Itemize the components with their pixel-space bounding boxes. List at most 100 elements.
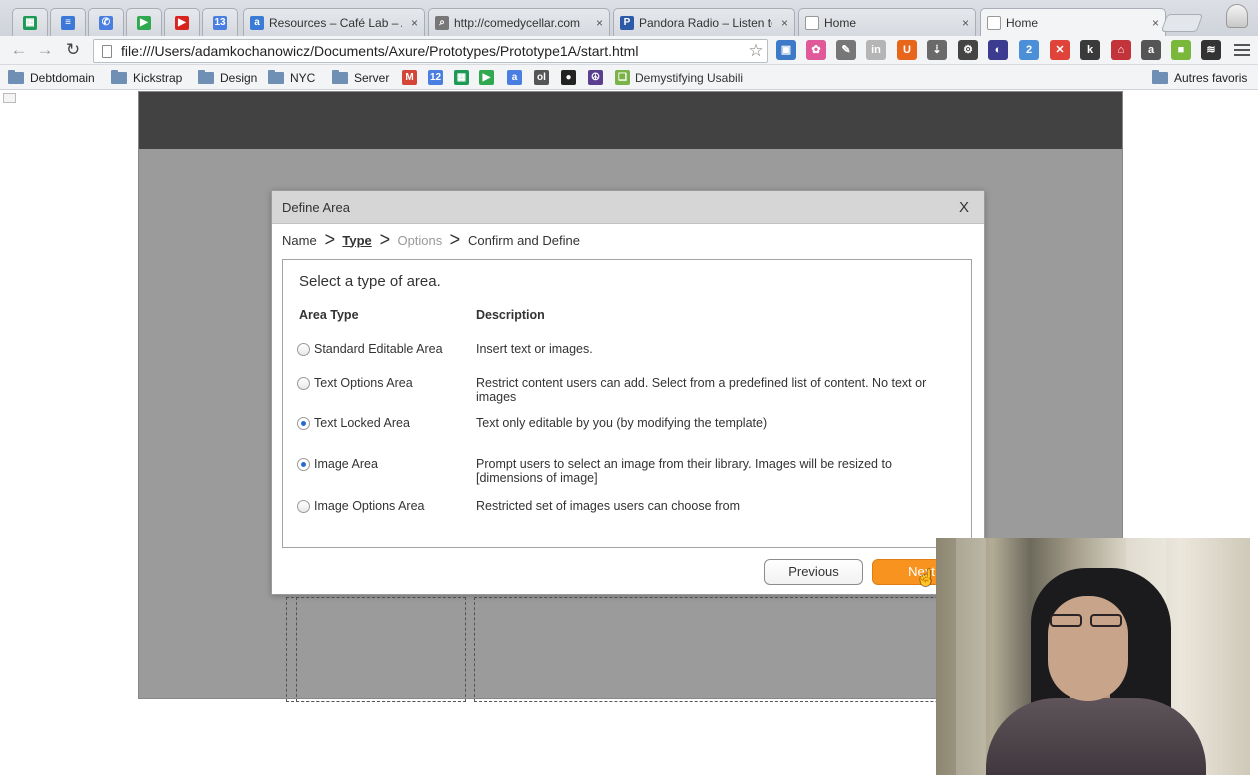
radio-button[interactable] — [297, 342, 310, 356]
step-name[interactable]: Name — [282, 233, 317, 248]
bookmark-folder[interactable]: Server — [332, 69, 389, 86]
back-icon[interactable]: ← — [8, 40, 30, 60]
area-type-option[interactable]: Standard Editable Area — [297, 342, 443, 356]
u-icon[interactable]: U — [897, 40, 917, 60]
pinned-tab[interactable]: ✆ — [88, 8, 124, 36]
chevron-right-icon: > — [379, 229, 390, 251]
calendar-icon[interactable]: 12 — [428, 70, 443, 85]
browser-toolbar: ← → ↻ file:///Users/adamkochanowicz/Docu… — [0, 36, 1258, 65]
tab-close-icon[interactable]: × — [776, 16, 788, 30]
sheets-icon[interactable]: ▦ — [454, 70, 469, 85]
github-icon[interactable]: ● — [561, 70, 576, 85]
ol-icon[interactable]: ol — [534, 70, 549, 85]
chevron-right-icon: > — [449, 229, 461, 251]
bookmark-folder[interactable]: Kickstrap — [111, 69, 182, 86]
step-confirm[interactable]: Confirm and Define — [468, 233, 580, 248]
reload-icon[interactable]: ↻ — [62, 40, 84, 60]
eyedropper-icon[interactable]: ✎ — [836, 40, 856, 60]
bookmark-label: Debtdomain — [30, 70, 95, 85]
sheets-icon: ▦ — [23, 15, 37, 30]
youtube-icon: ▶ — [175, 15, 189, 30]
amazon-ext-icon[interactable]: a — [1141, 40, 1161, 60]
pinned-tab[interactable]: ≡ — [50, 8, 86, 36]
area-type-option[interactable]: Text Locked Area — [297, 416, 410, 430]
linkedin-icon[interactable]: in — [866, 40, 886, 60]
profile-icon[interactable] — [1226, 4, 1248, 28]
radio-button[interactable] — [297, 376, 310, 390]
page-icon — [805, 15, 819, 30]
adblock-icon[interactable]: ⌂ — [1111, 40, 1131, 60]
colorzilla-icon[interactable]: ■ — [1171, 40, 1191, 60]
x-icon[interactable]: ✕ — [1050, 40, 1070, 60]
pinned-tab[interactable]: 13 — [202, 8, 238, 36]
tab-close-icon[interactable]: × — [406, 16, 418, 30]
tab-strip: ▦ ≡ ✆ ▶ ▶ 13 a Resources – Café Lab – A × ⌕ http:… — [0, 0, 1258, 37]
area-type-option[interactable]: Image Options Area — [297, 499, 424, 513]
screen-capture-icon[interactable]: ▣ — [776, 40, 796, 60]
area-type-label: Text Locked Area — [314, 416, 410, 430]
other-bookmarks[interactable]: Autres favoris — [1152, 69, 1247, 86]
placeholder-area — [296, 597, 466, 702]
tab-title: http://comedycellar.com — [454, 15, 581, 30]
new-tab-button[interactable] — [1160, 14, 1204, 32]
pandora-icon: P — [620, 15, 634, 30]
tabs-icon[interactable]: 2 — [1019, 40, 1039, 60]
pinned-tab[interactable]: ▶ — [164, 8, 200, 36]
palette-icon[interactable]: ◐ — [988, 40, 1008, 60]
radio-button[interactable] — [297, 457, 310, 471]
color-wheel-icon[interactable]: ✿ — [806, 40, 826, 60]
browser-tab[interactable]: ⌕ http://comedycellar.com × — [428, 8, 610, 36]
menu-icon[interactable] — [1234, 42, 1250, 58]
tab-title: Resources – Café Lab – A — [269, 15, 402, 30]
step-type[interactable]: Type — [342, 233, 371, 248]
bookmark-label: NYC — [290, 70, 316, 85]
tab-close-icon[interactable]: × — [957, 16, 969, 30]
dialog-title: Define Area — [282, 199, 350, 215]
gear-icon[interactable]: ⚙ — [958, 40, 978, 60]
folder-icon — [198, 69, 214, 84]
download-icon[interactable]: ⇣ — [927, 40, 947, 60]
forward-icon[interactable]: → — [34, 40, 56, 60]
area-type-description: Insert text or images. — [476, 342, 593, 356]
folder-icon — [8, 69, 24, 84]
chevron-right-icon: > — [324, 229, 335, 251]
dialog-header: Define Area X — [272, 191, 984, 224]
area-type-option[interactable]: Text Options Area — [297, 376, 413, 390]
previous-button[interactable]: Previous — [764, 559, 863, 585]
radio-button[interactable] — [297, 416, 310, 430]
panel-heading: Select a type of area. — [299, 273, 441, 290]
folder-icon — [268, 69, 284, 84]
bookmark-folder[interactable]: Debtdomain — [8, 69, 95, 86]
k-icon[interactable]: k — [1080, 40, 1100, 60]
peace-icon[interactable]: ☮ — [588, 70, 603, 85]
browser-tab[interactable]: Home × — [798, 8, 976, 36]
url-text[interactable]: file:///Users/adamkochanowicz/Documents/… — [121, 43, 745, 59]
person-shirt — [986, 698, 1206, 775]
tab-close-icon[interactable]: × — [1147, 16, 1159, 30]
area-type-option[interactable]: Image Area — [297, 457, 378, 471]
radio-button[interactable] — [297, 499, 310, 513]
amazon-icon: a — [250, 15, 264, 30]
tab-title: Pandora Radio – Listen to — [639, 15, 772, 30]
bookmark-star-icon[interactable]: ☆ — [745, 41, 767, 61]
play-store-icon[interactable]: ▶ — [479, 70, 494, 85]
bookmark-folder[interactable]: Design — [198, 69, 257, 86]
address-bar[interactable]: file:///Users/adamkochanowicz/Documents/… — [93, 39, 768, 63]
browser-tab[interactable]: a Resources – Café Lab – A × — [243, 8, 425, 36]
pinned-tab[interactable]: ▶ — [126, 8, 162, 36]
column-header-area-type: Area Type — [299, 308, 359, 322]
buffer-icon[interactable]: ≋ — [1201, 40, 1221, 60]
column-header-description: Description — [476, 308, 545, 322]
bookmark-folder[interactable]: NYC — [268, 69, 315, 86]
gmail-icon[interactable]: M — [402, 70, 417, 85]
bookmark-label: Kickstrap — [133, 70, 183, 85]
close-button[interactable]: X — [954, 199, 974, 216]
amazon-icon[interactable]: a — [507, 70, 522, 85]
page-checkbox[interactable] — [3, 93, 16, 103]
area-type-label: Image Options Area — [314, 499, 425, 513]
pinned-tab[interactable]: ▦ — [12, 8, 48, 36]
browser-tab[interactable]: P Pandora Radio – Listen to × — [613, 8, 795, 36]
tab-close-icon[interactable]: × — [591, 16, 603, 30]
browser-tab[interactable]: Home × — [980, 8, 1166, 37]
bookmark-demystifying[interactable]: ❑ Demystifying Usabili — [615, 69, 743, 86]
